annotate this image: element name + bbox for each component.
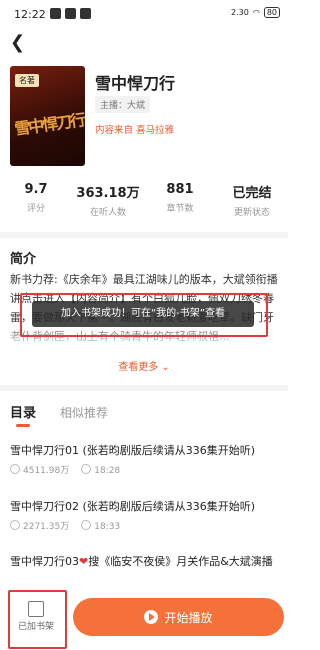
view-more-label: 查看更多 [118, 362, 159, 373]
stat-label: 评分 [26, 204, 45, 214]
stat-value: 363.18万 [76, 186, 140, 201]
stat-value: 9.7 [24, 182, 48, 197]
content-tabs: 目录 相似推荐 [10, 402, 108, 427]
episode-item[interactable]: 雪中悍刀行02 (张若昀剧版后续请从336集开始听) 2271.35万 18:3… [10, 498, 278, 532]
network-speed: 2.30 [231, 8, 249, 17]
stat-label: 章节数 [166, 204, 194, 214]
book-title: 雪中悍刀行 [95, 74, 176, 93]
status-time: 12:22 [14, 8, 46, 21]
section-divider [0, 232, 288, 238]
episode-title: 雪中悍刀行02 (张若昀剧版后续请从336集开始听) [10, 500, 256, 513]
duration: 18:28 [94, 465, 121, 476]
stat-value: 已完结 [232, 186, 272, 201]
clock-icon [81, 519, 92, 530]
cover-art-text: 雪中悍刀行 [13, 110, 85, 139]
start-play-button[interactable]: 开始播放 [73, 598, 284, 636]
back-icon[interactable]: ❮ [10, 34, 30, 54]
stat-status: 已完结 更新状态 [216, 182, 288, 218]
content-source: 内容来自 喜马拉雅 [95, 125, 175, 136]
episode-meta: 2271.35万 18:33 [10, 519, 278, 532]
chevron-down-icon: ⌄ [161, 362, 170, 373]
play-count: 4511.98万 [23, 466, 70, 476]
wifi-icon: ◠ [252, 8, 260, 17]
play-icon [144, 610, 159, 624]
play-count-icon [10, 464, 20, 474]
heart-icon: ❤ [79, 555, 89, 568]
stat-label: 在听人数 [89, 208, 126, 218]
highlight-box [8, 590, 67, 649]
stat-listeners: 363.18万 在听人数 [72, 182, 144, 218]
clock-icon [81, 463, 92, 474]
app-notification-icon [80, 8, 91, 19]
view-more-link[interactable]: 查看更多 ⌄ [0, 358, 288, 373]
tab-catalog[interactable]: 目录 [10, 402, 36, 427]
episode-item[interactable]: 雪中悍刀行03❤搜《临安不夜侯》月关作品&大斌演播 [10, 553, 278, 570]
episode-duration: 18:28 [81, 463, 121, 476]
stat-label: 更新状态 [233, 208, 270, 218]
cover-badge: 名著 [15, 74, 39, 87]
status-bar: 12:22 2.30 ◠ 80 [0, 0, 288, 28]
episode-title: 雪中悍刀行03❤搜《临安不夜侯》月关作品&大斌演播 [10, 553, 278, 570]
play-label: 开始播放 [164, 610, 213, 625]
duration: 18:33 [94, 521, 121, 532]
episode-plays: 2271.35万 [10, 519, 69, 532]
episode-meta: 4511.98万 18:28 [10, 463, 278, 476]
play-count: 2271.35万 [23, 522, 70, 532]
app-notification-icon [50, 8, 61, 19]
stat-rating: 9.7 评分 [0, 182, 72, 218]
anchor-tag[interactable]: 主播：大斌 [95, 96, 151, 113]
stats-row: 9.7 评分 363.18万 在听人数 881 章节数 已完结 更新状态 [0, 182, 288, 218]
stat-value: 881 [166, 182, 194, 197]
episode-item[interactable]: 雪中悍刀行01 (张若昀剧版后续请从336集开始听) 4511.98万 18:2… [10, 442, 278, 476]
highlight-box [20, 293, 268, 337]
stat-chapters: 881 章节数 [144, 182, 216, 218]
section-divider [0, 385, 288, 391]
book-cover: 名著 雪中悍刀行 [10, 66, 85, 166]
app-notification-icon [65, 8, 76, 19]
episode-duration: 18:33 [81, 519, 121, 532]
play-count-icon [10, 520, 20, 530]
episode-title-part: 雪中悍刀行03 [10, 555, 79, 568]
battery-icon: 80 [263, 7, 280, 18]
intro-heading: 简介 [10, 252, 37, 267]
notification-icons [50, 8, 91, 19]
status-right: 2.30 ◠ 80 [231, 7, 280, 18]
episode-plays: 4511.98万 [10, 463, 69, 476]
episode-title-part: 搜《临安不夜侯》月关作品&大斌演播 [88, 555, 273, 568]
tab-recommend[interactable]: 相似推荐 [60, 404, 108, 421]
episode-title: 雪中悍刀行01 (张若昀剧版后续请从336集开始听) [10, 444, 256, 457]
